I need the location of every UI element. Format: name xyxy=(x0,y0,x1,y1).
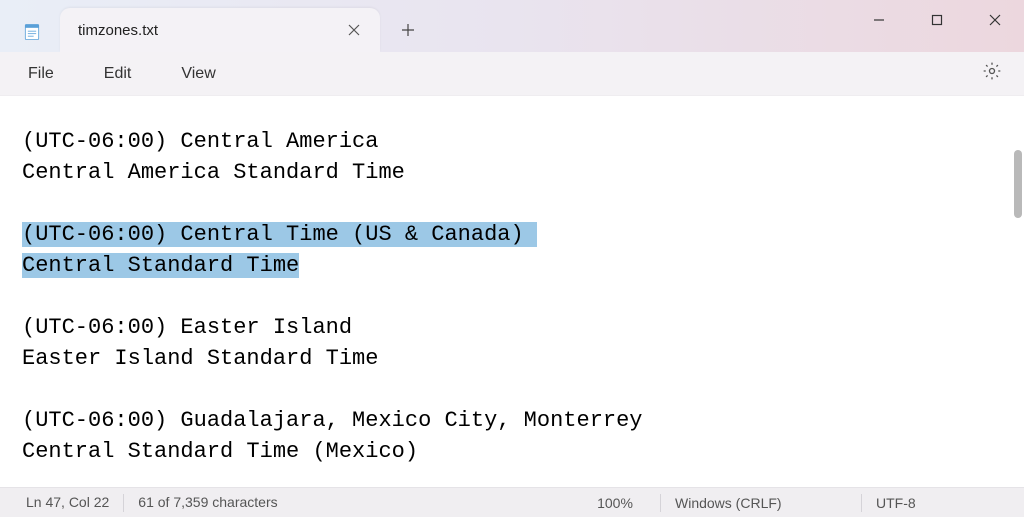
close-tab-button[interactable] xyxy=(340,16,368,44)
new-tab-button[interactable] xyxy=(388,10,428,50)
app-icon xyxy=(22,22,42,42)
status-encoding[interactable]: UTF-8 xyxy=(862,495,1012,511)
tab-title: timzones.txt xyxy=(78,22,340,39)
selected-text: Central Standard Time xyxy=(22,253,299,278)
statusbar: Ln 47, Col 22 61 of 7,359 characters 100… xyxy=(0,487,1024,517)
menu-view[interactable]: View xyxy=(165,59,231,89)
menubar: File Edit View xyxy=(0,52,1024,96)
status-selection[interactable]: 61 of 7,359 characters xyxy=(124,494,291,510)
minimize-button[interactable] xyxy=(850,0,908,40)
window-controls xyxy=(850,0,1024,40)
settings-button[interactable] xyxy=(978,60,1006,88)
notepad-window: timzones.txt File Edit View xyxy=(0,0,1024,517)
text-editor[interactable]: (UTC-06:00) Central America Central Amer… xyxy=(0,96,1024,487)
scrollbar-thumb[interactable] xyxy=(1014,150,1022,218)
titlebar[interactable]: timzones.txt xyxy=(0,0,1024,52)
text-line: Central America Standard Time xyxy=(22,160,405,185)
text-line: Easter Island Standard Time xyxy=(22,346,378,371)
document-tab[interactable]: timzones.txt xyxy=(60,8,380,52)
text-line: Central Standard Time (Mexico) xyxy=(22,439,418,464)
close-window-button[interactable] xyxy=(966,0,1024,40)
status-position[interactable]: Ln 47, Col 22 xyxy=(12,494,123,510)
gear-icon xyxy=(982,61,1002,86)
status-eol[interactable]: Windows (CRLF) xyxy=(661,495,861,511)
text-line: (UTC-06:00) Central America xyxy=(22,129,378,154)
editor-area: (UTC-06:00) Central America Central Amer… xyxy=(0,96,1024,487)
maximize-button[interactable] xyxy=(908,0,966,40)
menu-edit[interactable]: Edit xyxy=(88,59,148,89)
selected-text xyxy=(524,222,537,247)
selected-text: (UTC-06:00) Central Time (US & Canada) xyxy=(22,222,524,247)
menu-file[interactable]: File xyxy=(12,59,70,89)
status-zoom[interactable]: 100% xyxy=(570,495,660,511)
text-line: (UTC-06:00) Easter Island xyxy=(22,315,352,340)
text-line: (UTC-06:00) Guadalajara, Mexico City, Mo… xyxy=(22,408,643,433)
